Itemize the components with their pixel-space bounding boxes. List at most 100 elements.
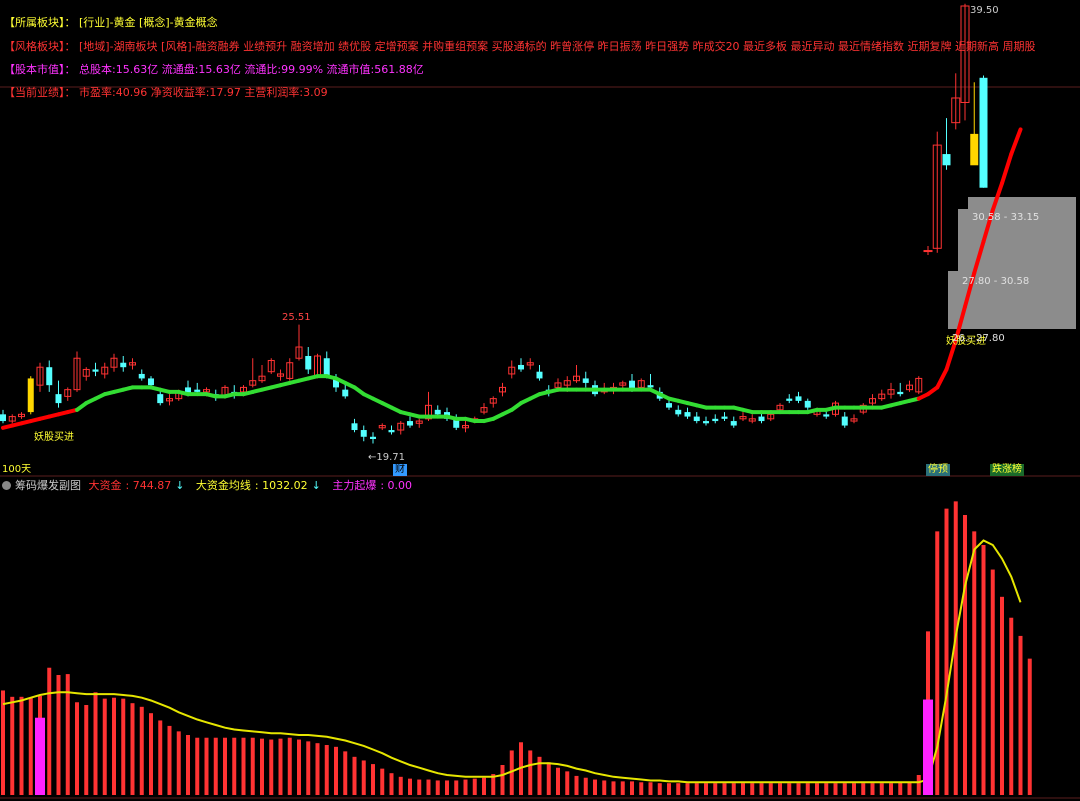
capital-bar xyxy=(130,703,135,795)
capital-bar xyxy=(371,764,375,795)
capital-bar xyxy=(1009,617,1014,795)
capital-bar xyxy=(417,779,422,795)
capital-avg-label: 大资金均线 xyxy=(195,479,251,492)
capital-bar xyxy=(93,692,98,795)
capital-bar xyxy=(500,765,505,795)
capital-average-path xyxy=(2,539,1022,784)
capital-bar xyxy=(1018,635,1023,795)
capital-bar xyxy=(176,731,181,795)
capital-bar xyxy=(426,779,431,795)
capital-bar xyxy=(260,738,264,795)
capital-bar xyxy=(750,783,755,795)
sub-chart-header: 筹码爆发副图 大资金: 744.87 ↓ 大资金均线: 1032.02 ↓ 主力起爆… xyxy=(0,477,420,493)
buy-signal-label: 妖股买进 xyxy=(34,432,74,443)
capital-bar xyxy=(10,696,15,795)
candle-body xyxy=(518,364,524,370)
top-price-label: 39.50 xyxy=(970,5,999,16)
capital-bar xyxy=(121,698,126,795)
capital-avg-field: 大资金均线: 1032.02 ↓ xyxy=(195,479,321,492)
capital-bar xyxy=(149,713,153,795)
candle-body xyxy=(823,414,830,417)
zone-box-cap xyxy=(968,197,1076,209)
kline-stage xyxy=(0,3,1080,799)
capital-bars xyxy=(1,501,1032,795)
candle-body xyxy=(342,389,349,397)
capital-bar xyxy=(454,780,459,795)
ma-segment xyxy=(1009,127,1023,157)
collapse-icon[interactable] xyxy=(2,481,11,490)
capital-bar xyxy=(630,781,634,795)
capital-bar xyxy=(472,778,477,795)
capital-bar xyxy=(195,737,200,795)
capital-bar xyxy=(889,783,893,795)
capital-bar xyxy=(324,745,329,795)
capital-bar xyxy=(75,702,79,795)
candle-body xyxy=(120,362,127,368)
candle-body xyxy=(194,389,201,392)
big-capital-label: 大资金 xyxy=(88,479,122,492)
main-force-bar xyxy=(35,717,45,795)
candle-body xyxy=(92,369,99,372)
candle-body xyxy=(923,250,933,253)
capital-bar xyxy=(907,782,912,795)
capital-bar xyxy=(648,782,653,795)
capital-bar xyxy=(186,735,190,795)
capital-bar xyxy=(963,515,967,795)
candle-body xyxy=(388,430,395,433)
candle-body xyxy=(323,358,330,377)
capital-bar xyxy=(528,750,533,795)
capital-bar xyxy=(241,737,246,795)
capital-bar xyxy=(685,783,690,795)
candle-body xyxy=(536,371,543,379)
capital-bar xyxy=(704,783,708,795)
limit-up-tag: 停预 xyxy=(926,464,950,476)
candle-body xyxy=(841,416,848,426)
main-force-label: 主力起爆 xyxy=(332,479,377,492)
capital-average-line xyxy=(2,539,1022,784)
capital-bar xyxy=(833,783,838,795)
capital-row: 【股本市值】： 总股本:15.63亿 流通盘:15.63亿 流通比:99.99%… xyxy=(4,61,424,77)
capital-bar xyxy=(990,569,995,795)
candle-body xyxy=(407,421,413,426)
capital-bar xyxy=(213,737,218,795)
capital-bar xyxy=(306,741,311,795)
capital-avg-value: 1032.02 xyxy=(262,479,308,492)
capital-bar xyxy=(556,767,560,795)
capital-bar xyxy=(796,783,801,795)
rise-stop-tag: 跌涨榜 xyxy=(990,464,1024,476)
capital-bar xyxy=(47,667,52,795)
capital-bar xyxy=(445,780,449,795)
capital-bar xyxy=(204,737,209,795)
big-capital-field: 大资金: 744.87 ↓ xyxy=(88,479,185,492)
capital-bar xyxy=(731,783,736,795)
capital-bar xyxy=(278,738,283,795)
candle-body xyxy=(970,133,979,166)
sub-chart-title: 筹码爆发副图 xyxy=(15,479,81,492)
capital-bar xyxy=(768,783,773,795)
big-capital-arrow: ↓ xyxy=(175,479,185,492)
capital-bar xyxy=(380,768,385,795)
performance-value: 市盈率:40.96 净资收益率:17.97 主营利润率:3.09 xyxy=(79,86,328,99)
capital-bar xyxy=(778,783,782,795)
capital-bar xyxy=(667,783,671,795)
candle-body xyxy=(434,409,441,415)
low-price-label: ←19.71 xyxy=(368,452,406,463)
capital-bar xyxy=(741,783,745,795)
style-value: [地域]-湖南板块 [风格]-融资融券 业绩预升 融资增加 绩优股 定增预案 并… xyxy=(79,40,1036,53)
candle-body xyxy=(55,394,62,404)
capital-bar xyxy=(482,777,486,795)
capital-bar xyxy=(972,531,977,795)
candle-body xyxy=(148,378,154,386)
capital-value: 总股本:15.63亿 流通盘:15.63亿 流通比:99.99% 流通市值:56… xyxy=(79,63,424,76)
capital-bar xyxy=(574,775,579,795)
candle-body xyxy=(786,398,793,401)
capital-bar xyxy=(713,783,718,795)
main-force-value: 0.00 xyxy=(387,479,413,492)
big-capital-value: 744.87 xyxy=(132,479,172,492)
capital-bar xyxy=(389,773,394,795)
candle-body xyxy=(703,421,709,424)
capital-bar xyxy=(805,783,810,795)
capital-key: 【股本市值】： xyxy=(4,63,76,76)
style-row: 【风格板块】： [地域]-湖南板块 [风格]-融资融券 业绩预升 融资增加 绩优… xyxy=(4,38,1036,54)
capital-bar xyxy=(352,756,357,795)
